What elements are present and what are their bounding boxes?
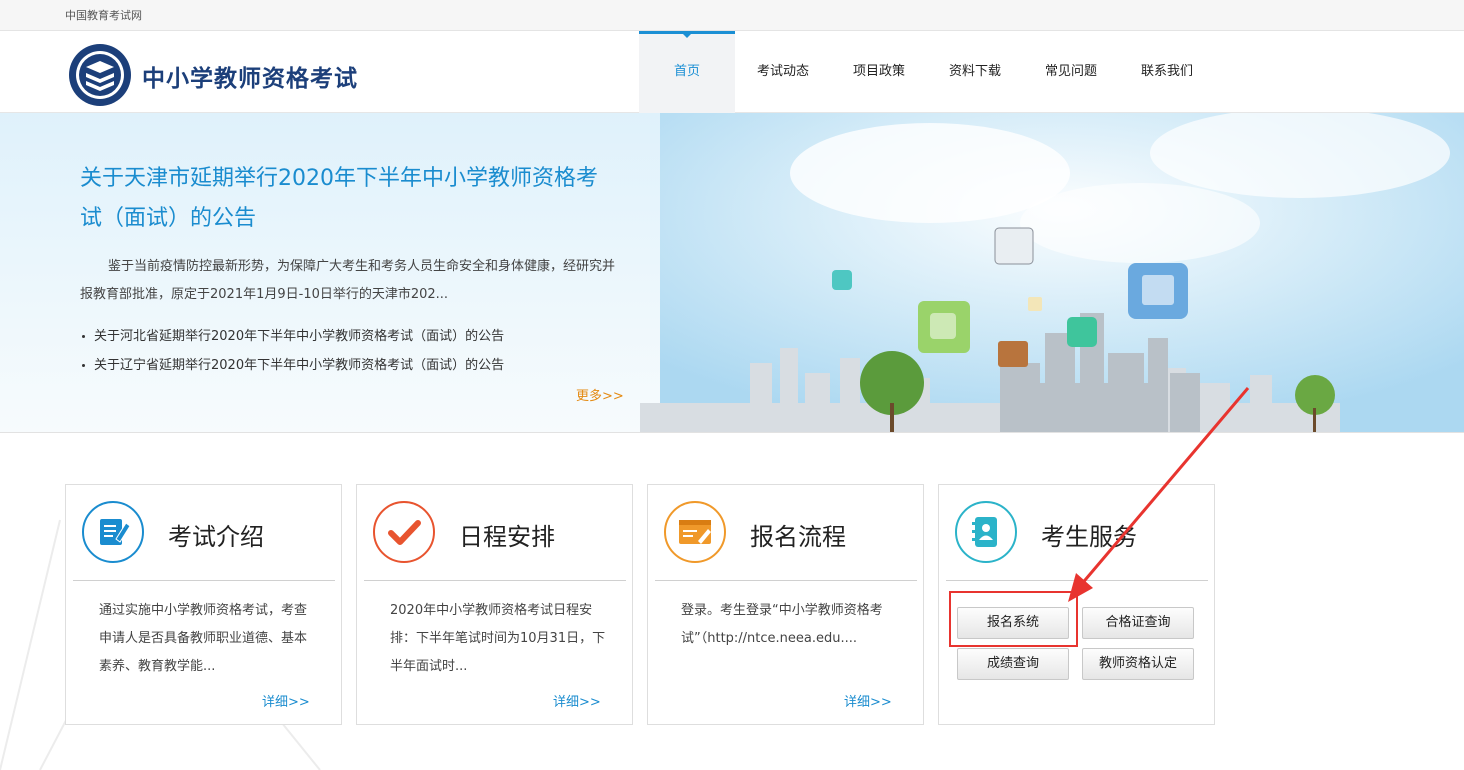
top-bar: 中国教育考试网 (0, 0, 1464, 31)
card-description: 登录。考生登录“中小学教师资格考试”（http://ntce.neea.edu.… (681, 603, 883, 646)
nav-exam-news[interactable]: 考试动态 (735, 31, 831, 113)
card-description: 通过实施中小学教师资格考试，考查申请人是否具备教师职业道德、基本素养、教育教学能… (99, 603, 308, 674)
page: 中国教育考试网 中小学教师资格考试 首页 考试动态 项目政策 资料下载 常见问题… (0, 0, 1464, 770)
bullet-icon (82, 335, 85, 338)
card-divider (364, 580, 626, 581)
site-title[interactable]: 中小学教师资格考试 (142, 59, 358, 93)
contact-book-icon (972, 517, 997, 547)
nav-faq[interactable]: 常见问题 (1023, 31, 1119, 113)
news-item-label: 关于河北省延期举行2020年下半年中小学教师资格考试（面试）的公告 (94, 329, 505, 344)
nav-contact[interactable]: 联系我们 (1119, 31, 1215, 113)
more-news-link[interactable]: 更多>> (576, 385, 624, 404)
card-title[interactable]: 日程安排 (459, 517, 555, 552)
nav-label: 常见问题 (1044, 64, 1097, 79)
card-registration-process: 报名流程 登录。考生登录“中小学教师资格考试”（http://ntce.neea… (647, 484, 924, 725)
card-divider (73, 580, 335, 581)
card-icon-wrap (82, 501, 144, 563)
card-icon-wrap (664, 501, 726, 563)
news-item[interactable]: 关于河北省延期举行2020年下半年中小学教师资格考试（面试）的公告 (82, 322, 504, 351)
active-caret (682, 33, 692, 38)
form-pencil-icon (679, 520, 711, 544)
nav-downloads[interactable]: 资料下载 (927, 31, 1023, 113)
annotation-arrow (1068, 387, 1250, 602)
card-title[interactable]: 报名流程 (750, 517, 846, 552)
nav-label: 项目政策 (852, 64, 905, 79)
nav-label: 首页 (673, 64, 700, 79)
card-icon-wrap (955, 501, 1017, 563)
card-detail-link[interactable]: 详细>> (262, 691, 310, 710)
banner-city-illustration (640, 113, 1464, 432)
card-detail-link[interactable]: 详细>> (553, 691, 601, 710)
nav-home[interactable]: 首页 (639, 31, 735, 113)
nav-label: 考试动态 (756, 64, 809, 79)
card-detail-link[interactable]: 详细>> (844, 691, 892, 710)
card-description: 2020年中小学教师资格考试日程安排：下半年笔试时间为10月31日，下半年面试时… (390, 603, 606, 674)
checkmark-icon (388, 520, 421, 545)
news-item-label: 关于辽宁省延期举行2020年下半年中小学教师资格考试（面试）的公告 (94, 358, 505, 373)
card-title[interactable]: 考试介绍 (168, 517, 264, 552)
news-item[interactable]: 关于辽宁省延期举行2020年下半年中小学教师资格考试（面试）的公告 (82, 351, 504, 380)
teacher-certification-button[interactable]: 教师资格认定 (1082, 648, 1194, 680)
nav-policy[interactable]: 项目政策 (831, 31, 927, 113)
main-nav: 首页 考试动态 项目政策 资料下载 常见问题 联系我们 (639, 31, 1215, 113)
nav-label: 资料下载 (948, 64, 1001, 79)
site-logo[interactable] (68, 43, 132, 107)
neea-site-link[interactable]: 中国教育考试网 (65, 7, 142, 23)
headline-link[interactable]: 关于天津市延期举行2020年下半年中小学教师资格考试（面试）的公告 (80, 159, 610, 239)
headline-summary: 鉴于当前疫情防控最新形势，为保障广大考生和考务人员生命安全和身体健康，经研究并报… (80, 259, 616, 302)
document-edit-icon (100, 519, 131, 545)
nav-label: 联系我们 (1140, 64, 1193, 79)
score-query-button[interactable]: 成绩查询 (957, 648, 1069, 680)
bullet-icon (82, 364, 85, 367)
card-icon-wrap (373, 501, 435, 563)
header: 中小学教师资格考试 首页 考试动态 项目政策 资料下载 常见问题 联系我们 (0, 31, 1464, 113)
card-exam-intro: 考试介绍 通过实施中小学教师资格考试，考查申请人是否具备教师职业道德、基本素养、… (65, 484, 342, 725)
card-divider (655, 580, 917, 581)
card-schedule: 日程安排 2020年中小学教师资格考试日程安排：下半年笔试时间为10月31日，下… (356, 484, 633, 725)
news-list: 关于河北省延期举行2020年下半年中小学教师资格考试（面试）的公告 关于辽宁省延… (82, 322, 504, 380)
